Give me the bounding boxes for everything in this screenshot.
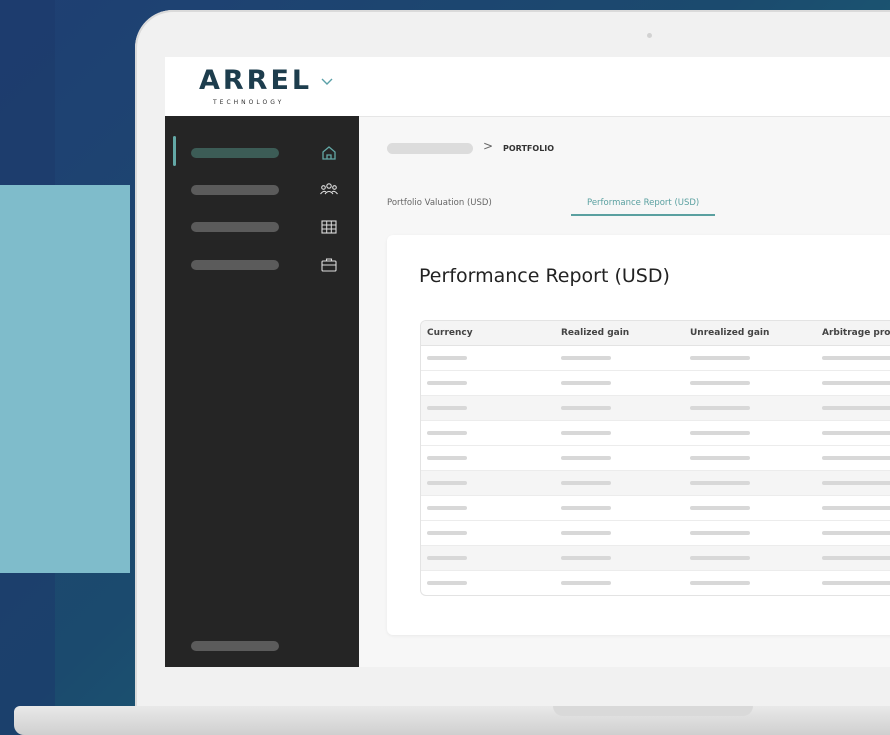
table-row[interactable] xyxy=(421,546,890,571)
cell-placeholder xyxy=(561,531,611,535)
breadcrumb-parent-placeholder[interactable] xyxy=(387,143,473,154)
top-bar xyxy=(359,57,890,117)
cell-placeholder xyxy=(690,381,750,385)
cell-placeholder xyxy=(690,531,750,535)
breadcrumb-current: PORTFOLIO xyxy=(503,144,555,153)
cell-placeholder xyxy=(822,456,890,460)
cell-placeholder xyxy=(427,406,467,410)
report-card: Performance Report (USD) Currency Realiz… xyxy=(387,235,890,635)
cell-placeholder xyxy=(561,481,611,485)
cell-placeholder xyxy=(690,581,750,585)
sidebar-footer-placeholder[interactable] xyxy=(191,641,279,651)
chevron-down-icon[interactable] xyxy=(320,75,334,91)
column-header-currency[interactable]: Currency xyxy=(427,328,473,338)
performance-table: Currency Realized gain Unrealized gain A… xyxy=(420,320,890,596)
sidebar-item-label-placeholder xyxy=(191,148,279,158)
home-icon xyxy=(319,143,339,163)
laptop-base xyxy=(14,706,890,735)
cell-placeholder xyxy=(822,581,890,585)
cell-placeholder xyxy=(822,406,890,410)
cell-placeholder xyxy=(561,456,611,460)
cell-placeholder xyxy=(690,481,750,485)
cell-placeholder xyxy=(561,356,611,360)
app-screen: ARREL TECHNOLOGY > PORTFOLIO Portfolio V… xyxy=(165,57,890,667)
logo-subtitle: TECHNOLOGY xyxy=(213,99,285,106)
camera-dot xyxy=(647,33,652,38)
cell-placeholder xyxy=(427,556,467,560)
breadcrumb-separator: > xyxy=(483,139,494,153)
sidebar-item-label-placeholder xyxy=(191,222,279,232)
table-body xyxy=(421,346,890,595)
table-header: Currency Realized gain Unrealized gain A… xyxy=(421,321,890,346)
cell-placeholder xyxy=(561,431,611,435)
cell-placeholder xyxy=(822,381,890,385)
cell-placeholder xyxy=(822,431,890,435)
sidebar-item-label-placeholder xyxy=(191,185,279,195)
grid-icon xyxy=(319,217,339,237)
column-header-arbitrage-profit[interactable]: Arbitrage prof xyxy=(822,328,890,338)
cell-placeholder xyxy=(690,356,750,360)
table-row[interactable] xyxy=(421,496,890,521)
logo-wordmark: ARREL xyxy=(199,65,313,96)
table-row[interactable] xyxy=(421,571,890,595)
cell-placeholder xyxy=(690,506,750,510)
cell-placeholder xyxy=(561,381,611,385)
background-band xyxy=(0,185,130,573)
laptop-notch xyxy=(553,706,753,716)
sidebar-item-home[interactable] xyxy=(191,143,381,163)
table-row[interactable] xyxy=(421,471,890,496)
cell-placeholder xyxy=(690,406,750,410)
cell-placeholder xyxy=(427,456,467,460)
cell-placeholder xyxy=(561,506,611,510)
cell-placeholder xyxy=(427,581,467,585)
cell-placeholder xyxy=(427,481,467,485)
cell-placeholder xyxy=(427,531,467,535)
cell-placeholder xyxy=(427,431,467,435)
table-row[interactable] xyxy=(421,396,890,421)
table-row[interactable] xyxy=(421,446,890,471)
table-row[interactable] xyxy=(421,421,890,446)
cell-placeholder xyxy=(822,506,890,510)
column-header-unrealized-gain[interactable]: Unrealized gain xyxy=(690,328,769,338)
cell-placeholder xyxy=(690,431,750,435)
sidebar-item-briefcase[interactable] xyxy=(191,255,381,275)
sidebar-item-users[interactable] xyxy=(191,180,381,200)
tab-portfolio-valuation[interactable]: Portfolio Valuation (USD) xyxy=(387,198,492,214)
page-title: Performance Report (USD) xyxy=(419,265,670,287)
users-icon xyxy=(319,180,339,200)
cell-placeholder xyxy=(690,456,750,460)
cell-placeholder xyxy=(427,381,467,385)
column-header-realized-gain[interactable]: Realized gain xyxy=(561,328,629,338)
logo-area[interactable]: ARREL TECHNOLOGY xyxy=(165,57,360,117)
tab-performance-report[interactable]: Performance Report (USD) xyxy=(571,198,716,216)
cell-placeholder xyxy=(561,406,611,410)
table-row[interactable] xyxy=(421,371,890,396)
sidebar xyxy=(165,116,359,667)
cell-placeholder xyxy=(690,556,750,560)
briefcase-icon xyxy=(319,255,339,275)
sidebar-item-grid[interactable] xyxy=(191,217,381,237)
cell-placeholder xyxy=(561,581,611,585)
cell-placeholder xyxy=(822,556,890,560)
cell-placeholder xyxy=(822,356,890,360)
cell-placeholder xyxy=(822,531,890,535)
cell-placeholder xyxy=(427,356,467,360)
cell-placeholder xyxy=(822,481,890,485)
table-row[interactable] xyxy=(421,346,890,371)
sidebar-item-label-placeholder xyxy=(191,260,279,270)
cell-placeholder xyxy=(561,556,611,560)
active-indicator xyxy=(173,136,176,166)
cell-placeholder xyxy=(427,506,467,510)
table-row[interactable] xyxy=(421,521,890,546)
